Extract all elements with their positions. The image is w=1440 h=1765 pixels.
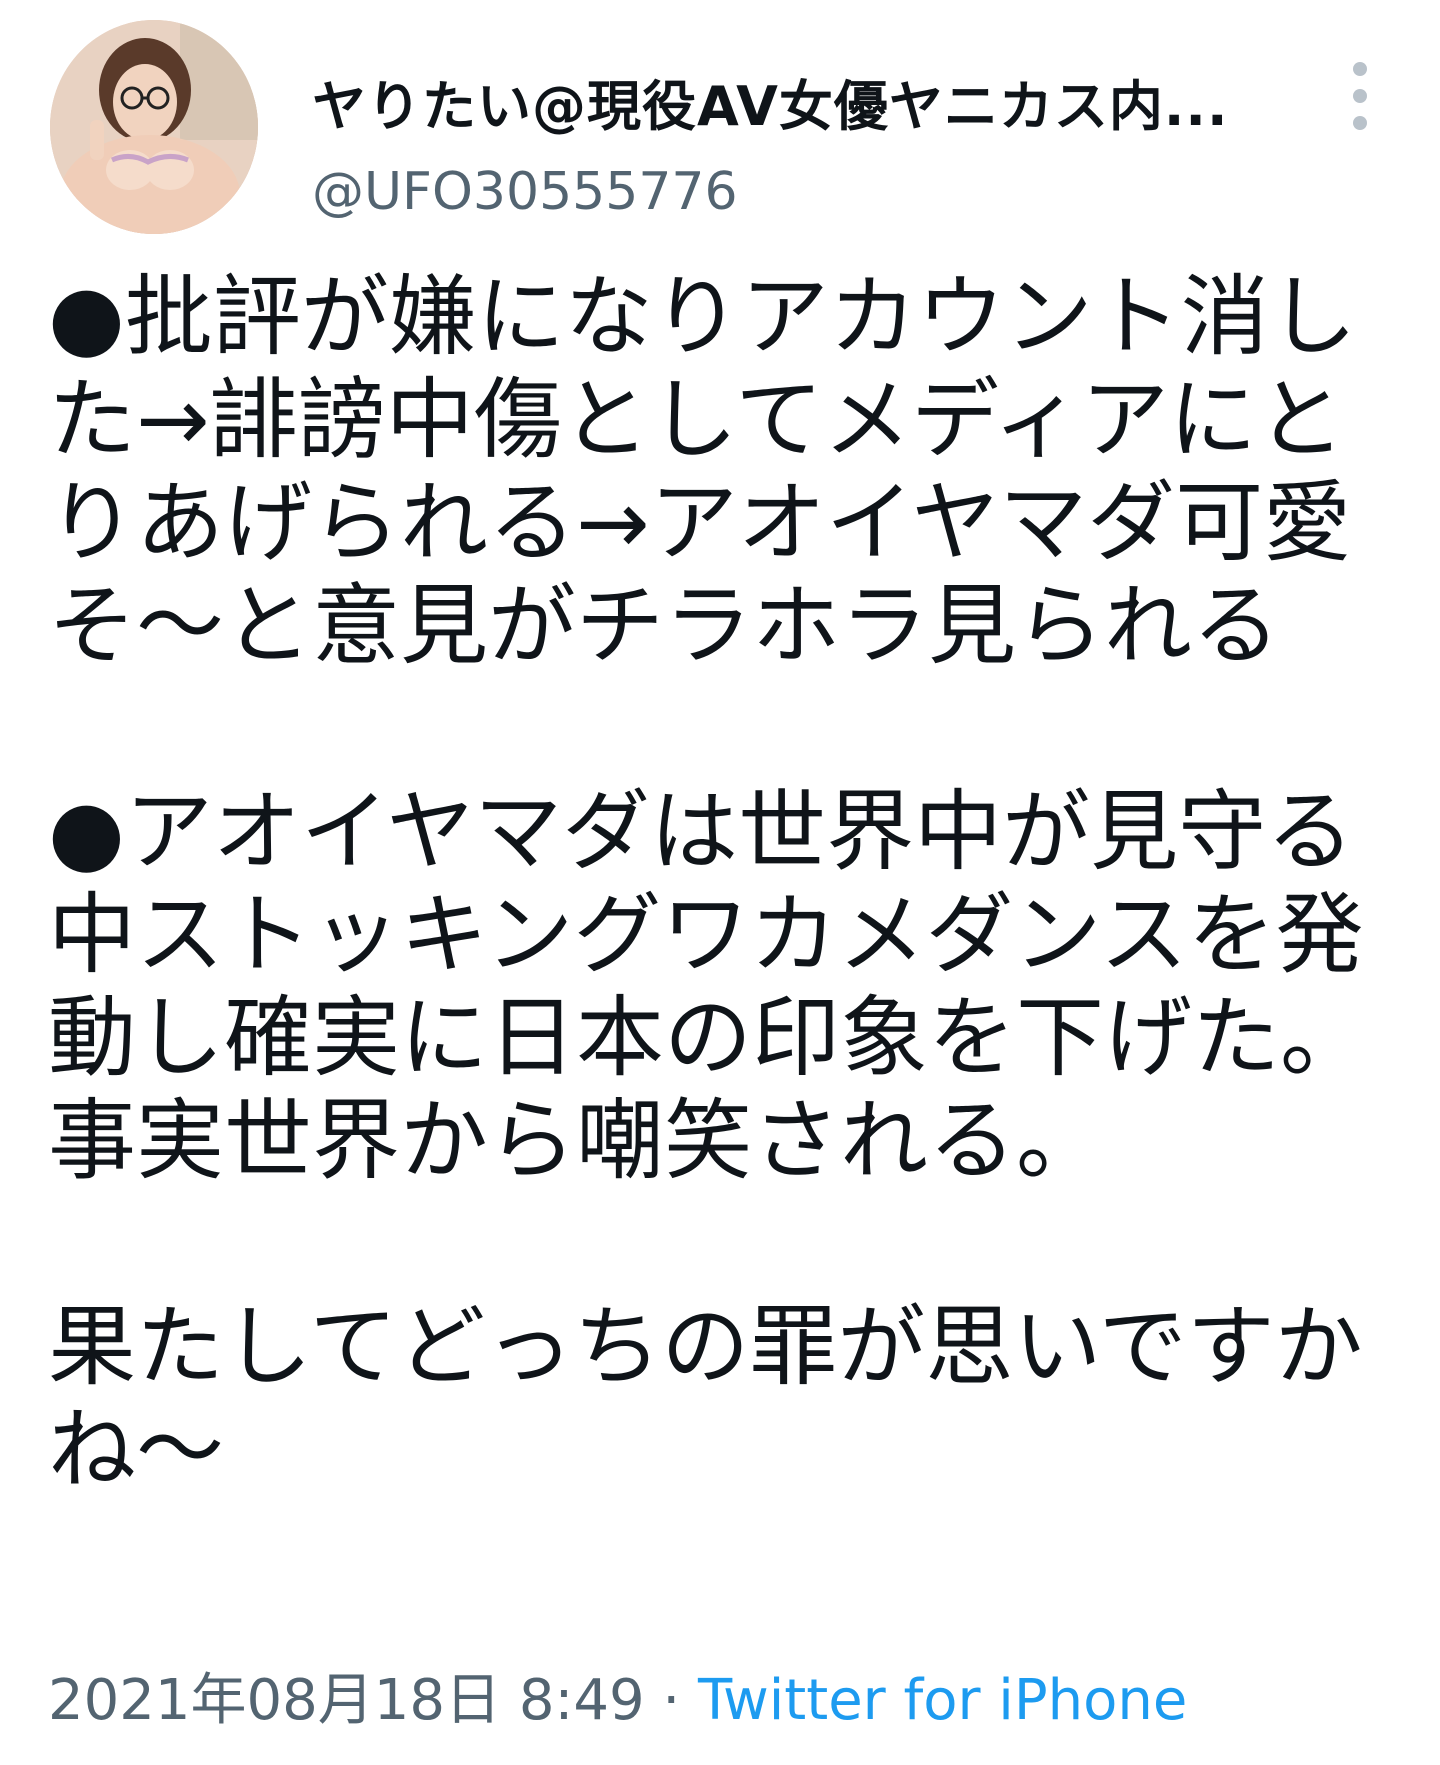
avatar[interactable] <box>50 20 258 234</box>
tweet: ヤりたい@現役AV女優ヤニカス内... @UFO30555776 ●批評が嫌にな… <box>0 0 1440 1765</box>
tweet-text-line: ね〜 <box>48 1398 225 1501</box>
more-dot <box>1353 62 1367 76</box>
display-name[interactable]: ヤりたい@現役AV女優ヤニカス内... <box>312 62 1228 141</box>
tweet-text-line: そ〜と意見がチラホラ見られる <box>48 574 1281 677</box>
tweet-text-line: りあげられる→アオイヤマダ可愛 <box>48 471 1352 574</box>
tweet-header: ヤりたい@現役AV女優ヤニカス内... @UFO30555776 <box>50 20 1390 240</box>
more-dot <box>1353 116 1367 130</box>
tweet-text-line: 中ストッキングワカメダンスを発 <box>48 883 1364 986</box>
tweet-text-line: ●批評が嫌になりアカウント消し <box>48 265 1357 368</box>
tweet-text: ●批評が嫌になりアカウント消し た→誹謗中傷としてメディアにと りあげられる→ア… <box>48 265 1388 1501</box>
user-handle[interactable]: @UFO30555776 <box>312 162 738 222</box>
more-dot <box>1353 89 1367 103</box>
tweet-text-line: 果たしてどっちの罪が思いですか <box>48 1295 1363 1398</box>
more-vertical-icon[interactable] <box>1345 56 1375 136</box>
meta-separator: · <box>644 1668 698 1733</box>
tweet-meta: 2021年08月18日 8:49 · Twitter for iPhone <box>48 1655 1187 1736</box>
tweet-text-line: た→誹謗中傷としてメディアにと <box>48 368 1345 471</box>
tweet-text-line: 事実世界から嘲笑される。 <box>48 1089 1105 1192</box>
avatar-image <box>50 20 258 234</box>
tweet-timestamp[interactable]: 2021年08月18日 8:49 <box>48 1668 645 1733</box>
tweet-source-link[interactable]: Twitter for iPhone <box>698 1668 1187 1733</box>
tweet-text-line: ●アオイヤマダは世界中が見守る <box>48 780 1355 883</box>
tweet-text-line: 動し確実に日本の印象を下げた。 <box>48 986 1369 1089</box>
